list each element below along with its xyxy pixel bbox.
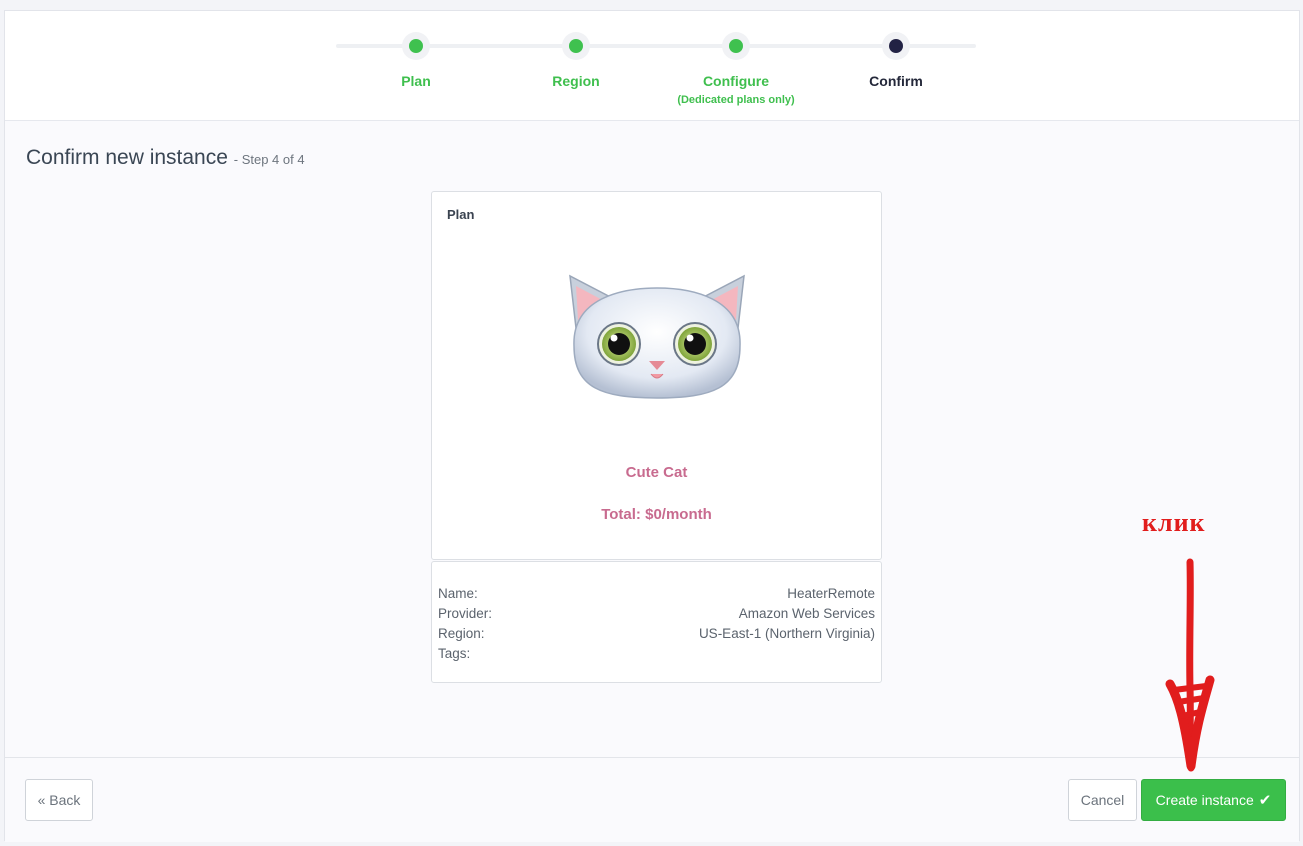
detail-row-region: Region: US-East-1 (Northern Virginia) — [438, 624, 875, 644]
annotation-text: клик — [1142, 508, 1206, 537]
detail-row-provider: Provider: Amazon Web Services — [438, 604, 875, 624]
detail-label: Tags: — [438, 646, 471, 661]
detail-label: Name: — [438, 586, 478, 601]
detail-row-name: Name: HeaterRemote — [438, 584, 875, 604]
step-indicator: - Step 4 of 4 — [233, 152, 305, 167]
plan-card: Plan Cute Cat Total: $0/month — [431, 191, 882, 560]
step-dot-icon — [889, 39, 903, 53]
cute-cat-icon — [569, 274, 745, 399]
red-arrow-icon — [1165, 558, 1215, 772]
detail-row-tags: Tags: — [438, 644, 875, 664]
create-instance-button[interactable]: Create instance ✔ — [1141, 779, 1286, 821]
step-dot-icon — [729, 39, 743, 53]
plan-total: Total: $0/month — [601, 506, 712, 523]
step-sublabel: (Dedicated plans only) — [677, 94, 795, 106]
step-label: Configure — [702, 73, 770, 89]
step-dot-icon — [569, 39, 583, 53]
check-icon: ✔ — [1258, 792, 1272, 809]
plan-name: Cute Cat — [625, 464, 688, 481]
stepper-track — [336, 44, 976, 48]
create-instance-label: Create instance — [1155, 792, 1254, 808]
step-dot-icon — [409, 39, 423, 53]
step-label: Confirm — [869, 73, 923, 89]
wizard-footer: « Back Cancel Create instance ✔ — [5, 757, 1299, 842]
instance-details: Name: HeaterRemote Provider: Amazon Web … — [431, 561, 882, 683]
detail-value: HeaterRemote — [787, 586, 875, 601]
page-title-text: Confirm new instance — [26, 146, 228, 169]
step-label: Plan — [401, 73, 431, 89]
wizard-frame: Plan Region Configure (Dedicated plans o… — [4, 10, 1300, 842]
detail-label: Region: — [438, 626, 485, 641]
step-label: Region — [552, 73, 600, 89]
plan-heading: Plan — [447, 207, 475, 222]
detail-label: Provider: — [438, 606, 493, 621]
cancel-button[interactable]: Cancel — [1068, 779, 1137, 821]
page-title: Confirm new instance - Step 4 of 4 — [26, 146, 305, 170]
progress-stepper: Plan Region Configure (Dedicated plans o… — [5, 11, 1299, 121]
detail-value: Amazon Web Services — [738, 606, 875, 621]
detail-value: US-East-1 (Northern Virginia) — [698, 626, 875, 641]
back-button[interactable]: « Back — [25, 779, 93, 821]
